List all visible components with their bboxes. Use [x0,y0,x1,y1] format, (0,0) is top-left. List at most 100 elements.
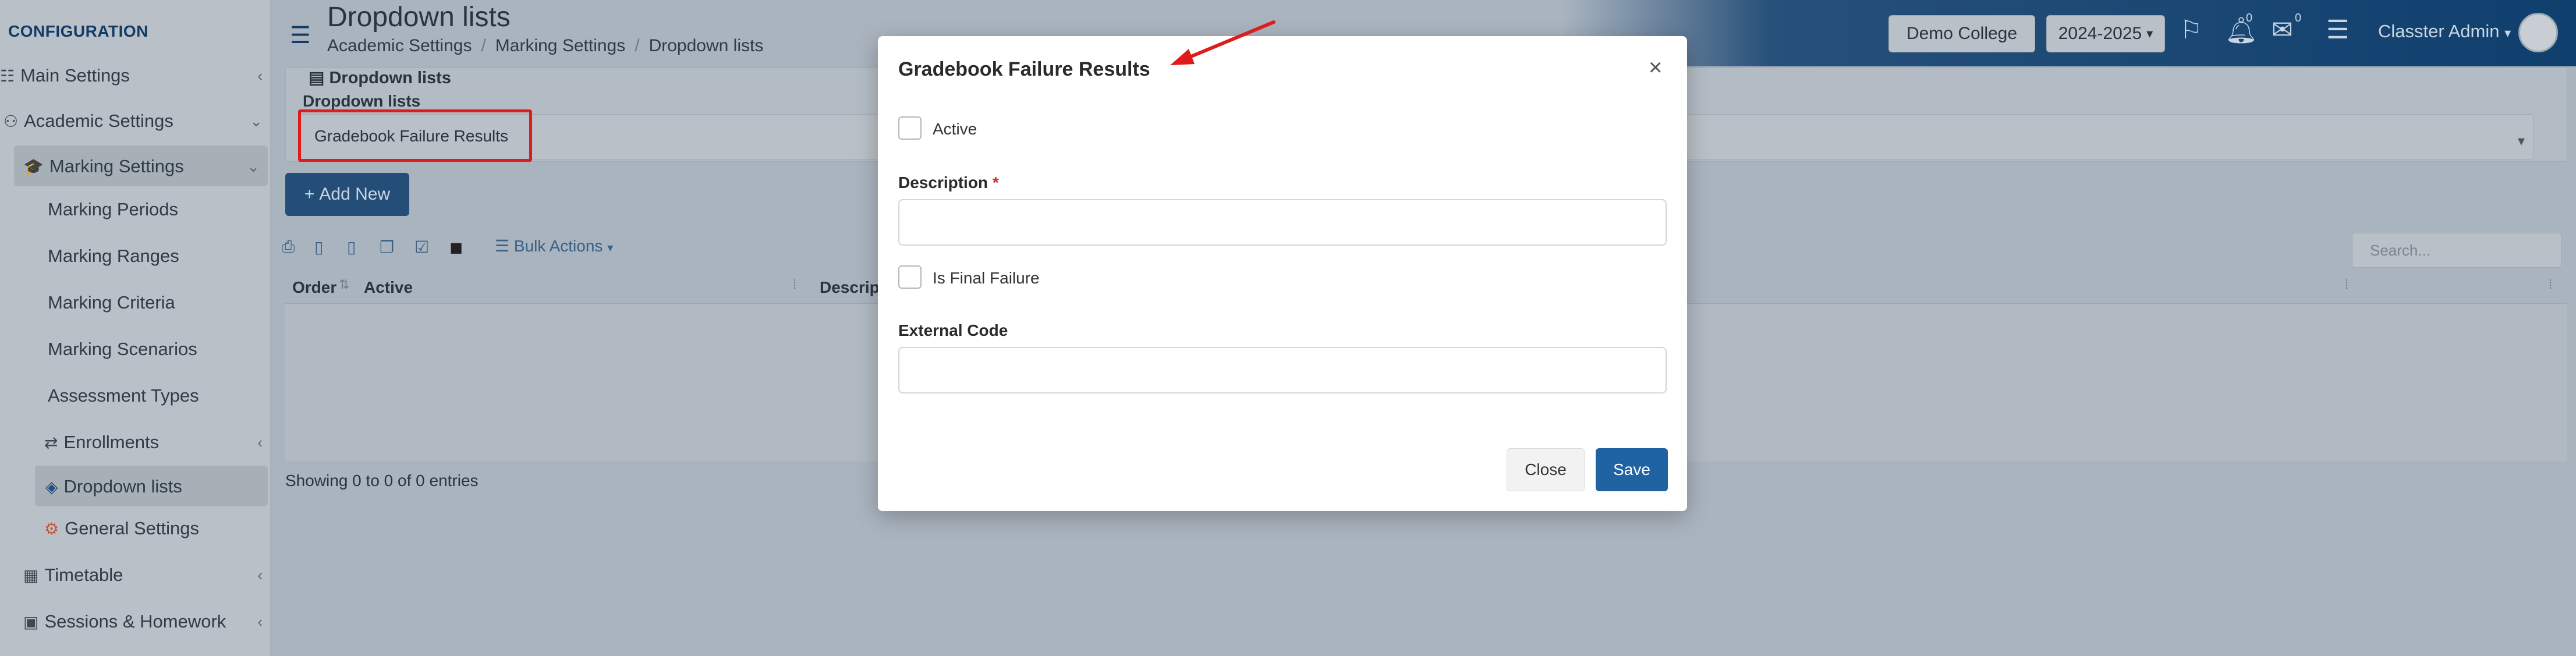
sidebar: CONFIGURATION ☷ Main Settings ‹ ⚇ Academ… [0,0,271,656]
is-final-failure-label: Is Final Failure [933,269,1040,287]
bulk-actions-button[interactable]: ☰ Bulk Actions ▾ [495,236,613,256]
sidebar-item-marking-ranges[interactable]: Marking Ranges [48,246,179,267]
menu-icon[interactable]: ☰ [290,22,311,49]
column-active[interactable]: Active [364,278,413,297]
bulk-actions-label: Bulk Actions [513,237,603,255]
description-label: Description * [898,173,999,192]
sidebar-item-enrollments[interactable]: ⇄ Enrollments ‹ [44,432,271,453]
column-resize-icon[interactable]: ⁞ [2345,277,2348,292]
panel-title: ▤ Dropdown lists [309,68,451,88]
modal-title: Gradebook Failure Results [898,58,1150,80]
add-new-button[interactable]: + Add New [285,173,409,216]
chevron-left-icon: ‹ [257,66,263,84]
external-code-input[interactable] [898,347,1667,393]
search-input[interactable]: Search... [2352,233,2561,268]
chevron-down-icon: ⌄ [250,112,263,130]
sidebar-item-label: Marking Periods [48,199,178,219]
caret-down-icon: ▾ [2504,26,2511,40]
sidebar-item-label: Assessment Types [48,385,199,406]
close-icon[interactable]: × [1649,55,1662,81]
college-button[interactable]: Demo College [1888,15,2035,52]
user-name-label: Classter Admin [2378,21,2500,41]
year-dropdown[interactable]: 2024-2025 ▾ [2046,15,2165,52]
breadcrumb: Academic Settings / Marking Settings / Dropd… [327,36,764,55]
mail-count-badge: 0 [2295,12,2302,24]
sidebar-title: CONFIGURATION [8,22,148,40]
sidebar-item-sessions-homework[interactable]: ▣ Sessions & Homework ‹ [23,611,271,632]
bell-icon[interactable]: 🔔︎ [2225,15,2258,45]
exchange-icon: ⇄ [44,433,58,452]
chevron-left-icon: ‹ [257,612,263,630]
description-input[interactable] [898,199,1667,246]
list-icon: ☰ [495,237,510,255]
sidebar-item-label: Timetable [44,565,123,585]
chevron-down-icon: ⌄ [247,157,260,175]
column-resize-icon[interactable]: ⁞ [2549,277,2552,292]
chevron-left-icon: ‹ [257,566,263,584]
list-icon: ▤ [309,69,325,87]
layers-icon: ◈ [45,477,58,496]
chevron-left-icon: ‹ [257,433,263,451]
copy-icon[interactable]: ❐ [380,237,394,257]
check-icon[interactable]: ☑ [414,237,429,257]
page-title: Dropdown lists [327,2,511,33]
sidebar-item-main-settings[interactable]: ☷ Main Settings ‹ [0,65,271,86]
sidebar-item-marking-settings[interactable]: 🎓 Marking Settings ⌄ [23,156,268,177]
annotation-arrow-icon [1170,20,1275,65]
column-description[interactable]: Descrip [820,278,880,297]
highlight-box [298,109,532,162]
layers-icon[interactable]: ☰ [2326,15,2349,45]
breadcrumb-item[interactable]: Academic Settings [327,36,472,55]
sidebar-item-marking-criteria[interactable]: Marking Criteria [48,292,175,313]
description-label-text: Description [898,173,988,192]
required-asterisk-icon: * [992,173,999,192]
excel-icon[interactable]: ▯ [347,237,356,257]
year-label: 2024-2025 [2058,24,2142,43]
sidebar-item-label: Marking Scenarios [48,339,197,359]
active-checkbox[interactable] [898,116,922,140]
graduation-cap-icon: 🎓 [23,157,44,176]
sidebar-item-label: Marking Ranges [48,246,179,266]
breadcrumb-item: Dropdown lists [649,36,764,55]
homework-icon: ▣ [23,612,39,631]
user-menu[interactable]: Classter Admin ▾ [2378,21,2511,42]
gears-icon: ⚙ [44,519,59,538]
sort-icon[interactable]: ⇅ [339,277,349,292]
caret-down-icon: ▾ [2518,133,2525,149]
sidebar-item-dropdown-lists[interactable]: ◈ Dropdown lists [45,476,182,497]
avatar[interactable] [2518,13,2558,52]
sidebar-item-label: Academic Settings [24,111,173,131]
close-button[interactable]: Close [1507,448,1585,491]
plus-icon: + [304,185,315,204]
sidebar-item-label: Marking Criteria [48,292,175,313]
is-final-failure-checkbox[interactable] [898,265,922,289]
sidebar-item-assessment-types[interactable]: Assessment Types [48,385,199,406]
sidebar-item-marking-periods[interactable]: Marking Periods [48,199,178,220]
flag-icon[interactable]: ⚐ [2180,15,2202,45]
mail-icon[interactable]: ✉ [2272,15,2293,45]
add-new-label: Add New [319,185,391,204]
sidebar-item-timetable[interactable]: ▦ Timetable ‹ [23,565,271,586]
sidebar-item-label: Dropdown lists [63,476,182,497]
external-code-label: External Code [898,321,1008,339]
sliders-icon: ☷ [0,66,15,85]
pdf-icon[interactable]: ▯ [314,237,323,257]
panel-title-label: Dropdown lists [329,69,451,87]
column-order[interactable]: Order [292,278,336,297]
sidebar-item-label: Sessions & Homework [44,611,226,632]
sidebar-item-general-settings[interactable]: ⚙ General Settings [44,518,199,539]
caret-down-icon: ▾ [2146,26,2153,41]
breadcrumb-item[interactable]: Marking Settings [495,36,625,55]
column-resize-icon[interactable]: ⁞ [793,277,796,292]
sidebar-item-marking-scenarios[interactable]: Marking Scenarios [48,339,197,360]
save-button[interactable]: Save [1596,448,1668,491]
sidebar-item-label: General Settings [65,518,200,538]
sidebar-item-label: Enrollments [63,432,160,452]
sidebar-item-academic-settings[interactable]: ⚇ Academic Settings ⌄ [3,111,271,132]
sidebar-item-label: Main Settings [20,65,130,86]
active-label: Active [933,120,977,138]
print-icon[interactable]: ⎙ [282,237,295,257]
stop-icon[interactable]: ◼ [449,237,463,257]
entries-info: Showing 0 to 0 of 0 entries [285,471,479,490]
caret-down-icon: ▾ [607,242,614,254]
